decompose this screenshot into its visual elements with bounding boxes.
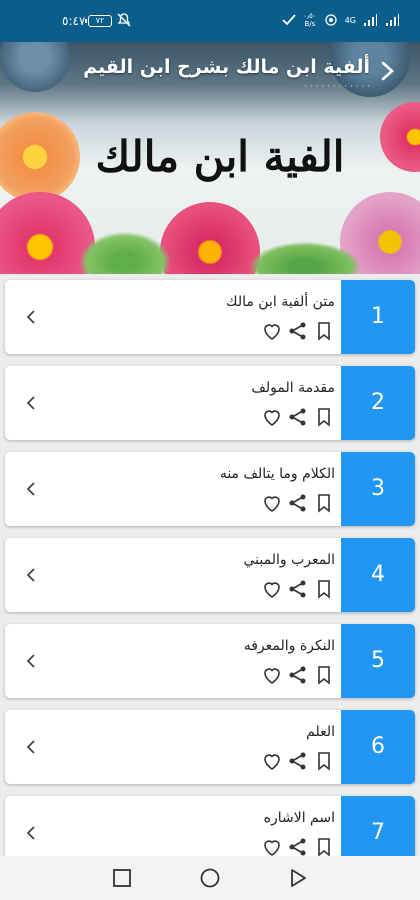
heart-outline-icon[interactable]	[261, 492, 283, 514]
flower-decoration	[0, 112, 80, 202]
share-icon[interactable]	[287, 492, 309, 514]
chapter-title: اسم الاشاره	[263, 810, 335, 826]
chapter-title: الكلام وما يتالف منه	[219, 466, 335, 482]
bookmark-outline-icon[interactable]	[313, 492, 335, 514]
bookmark-outline-icon[interactable]	[313, 578, 335, 600]
hotspot-icon	[325, 14, 337, 26]
flower-decoration	[380, 102, 420, 172]
chapter-actions	[261, 578, 341, 600]
chapter-actions	[261, 664, 341, 686]
chapter-number: 7	[341, 796, 415, 856]
share-icon[interactable]	[287, 578, 309, 600]
chapter-title: مقدمة المولف	[251, 380, 335, 396]
home-button[interactable]	[198, 866, 222, 890]
share-icon[interactable]	[287, 320, 309, 342]
heart-outline-icon[interactable]	[261, 320, 283, 342]
chapter-card[interactable]: 5 النكرة والمعرفه	[5, 624, 415, 698]
heart-outline-icon[interactable]	[261, 406, 283, 428]
share-icon[interactable]	[287, 664, 309, 686]
book-title: الفية ابن مالك	[95, 132, 345, 181]
status-time: ٥:٤٧	[62, 14, 86, 28]
chapter-number: 1	[341, 280, 415, 354]
signal-icon-2	[386, 14, 399, 26]
flower-decoration	[160, 202, 260, 274]
heart-outline-icon[interactable]	[261, 750, 283, 772]
chapter-card[interactable]: 1 متن ألفية ابن مالك	[5, 280, 415, 354]
share-icon[interactable]	[287, 836, 309, 856]
chapter-title: المعرب والمبني	[243, 552, 336, 568]
chapter-actions	[261, 406, 341, 428]
bookmark-outline-icon[interactable]	[313, 836, 335, 856]
bookmark-outline-icon[interactable]	[313, 750, 335, 772]
chevron-left-icon	[26, 568, 35, 582]
chapter-list[interactable]: 1 متن ألفية ابن مالك 2 مقدمة المولف 3 ال…	[0, 274, 420, 856]
chapter-number: 4	[341, 538, 415, 612]
page-title: ألفية ابن مالك بشرح ابن القيم	[83, 56, 370, 78]
chapter-card[interactable]: 3 الكلام وما يتالف منه	[5, 452, 415, 526]
share-icon[interactable]	[287, 750, 309, 772]
header-banner: ألفية ابن مالك بشرح ابن القيم · · · · · …	[0, 42, 420, 274]
share-icon[interactable]	[287, 406, 309, 428]
heart-outline-icon[interactable]	[261, 578, 283, 600]
chevron-right-icon	[381, 61, 394, 81]
chapter-actions	[261, 492, 341, 514]
network-speed: ٠٫٥٠ B/s	[303, 12, 317, 28]
chevron-left-icon	[26, 740, 35, 754]
chapter-card[interactable]: 7 اسم الاشاره	[5, 796, 415, 856]
chevron-left-icon	[26, 396, 35, 410]
chapter-number: 5	[341, 624, 415, 698]
chapter-number: 2	[341, 366, 415, 440]
chevron-left-icon	[26, 826, 35, 840]
signal-icon	[364, 14, 377, 26]
back-nav-button[interactable]	[286, 866, 310, 890]
system-nav-bar	[0, 856, 420, 900]
chapter-card[interactable]: 4 المعرب والمبني	[5, 538, 415, 612]
heart-outline-icon[interactable]	[261, 836, 283, 856]
check-icon	[282, 14, 296, 26]
chapter-actions	[261, 320, 341, 342]
chevron-left-icon	[26, 310, 35, 324]
chapter-actions	[261, 836, 341, 856]
page-subtitle: · · · · · · · · · · · ·	[304, 82, 370, 92]
chapter-title: النكرة والمعرفه	[243, 638, 335, 654]
chapter-actions	[261, 750, 341, 772]
bookmark-outline-icon[interactable]	[313, 406, 335, 428]
bookmark-outline-icon[interactable]	[313, 664, 335, 686]
chapter-number: 6	[341, 710, 415, 784]
chevron-left-icon	[26, 482, 35, 496]
status-bar: ٥:٤٧ ٧٢ ٠٫٥٠ B/s 4G	[0, 0, 420, 42]
chevron-left-icon	[26, 654, 35, 668]
mute-icon	[117, 13, 131, 27]
chapter-card[interactable]: 6 العلم	[5, 710, 415, 784]
bookmark-outline-icon[interactable]	[313, 320, 335, 342]
chapter-title: العلم	[306, 724, 335, 740]
recents-button[interactable]	[110, 866, 134, 890]
status-icons: ٠٫٥٠ B/s 4G	[281, 12, 400, 28]
chapter-title: متن ألفية ابن مالك	[226, 294, 335, 310]
back-button[interactable]	[370, 60, 406, 90]
chapter-number: 3	[341, 452, 415, 526]
battery-icon: ٧٢	[85, 15, 112, 27]
signal-label: 4G	[344, 15, 356, 25]
heart-outline-icon[interactable]	[261, 664, 283, 686]
chapter-card[interactable]: 2 مقدمة المولف	[5, 366, 415, 440]
